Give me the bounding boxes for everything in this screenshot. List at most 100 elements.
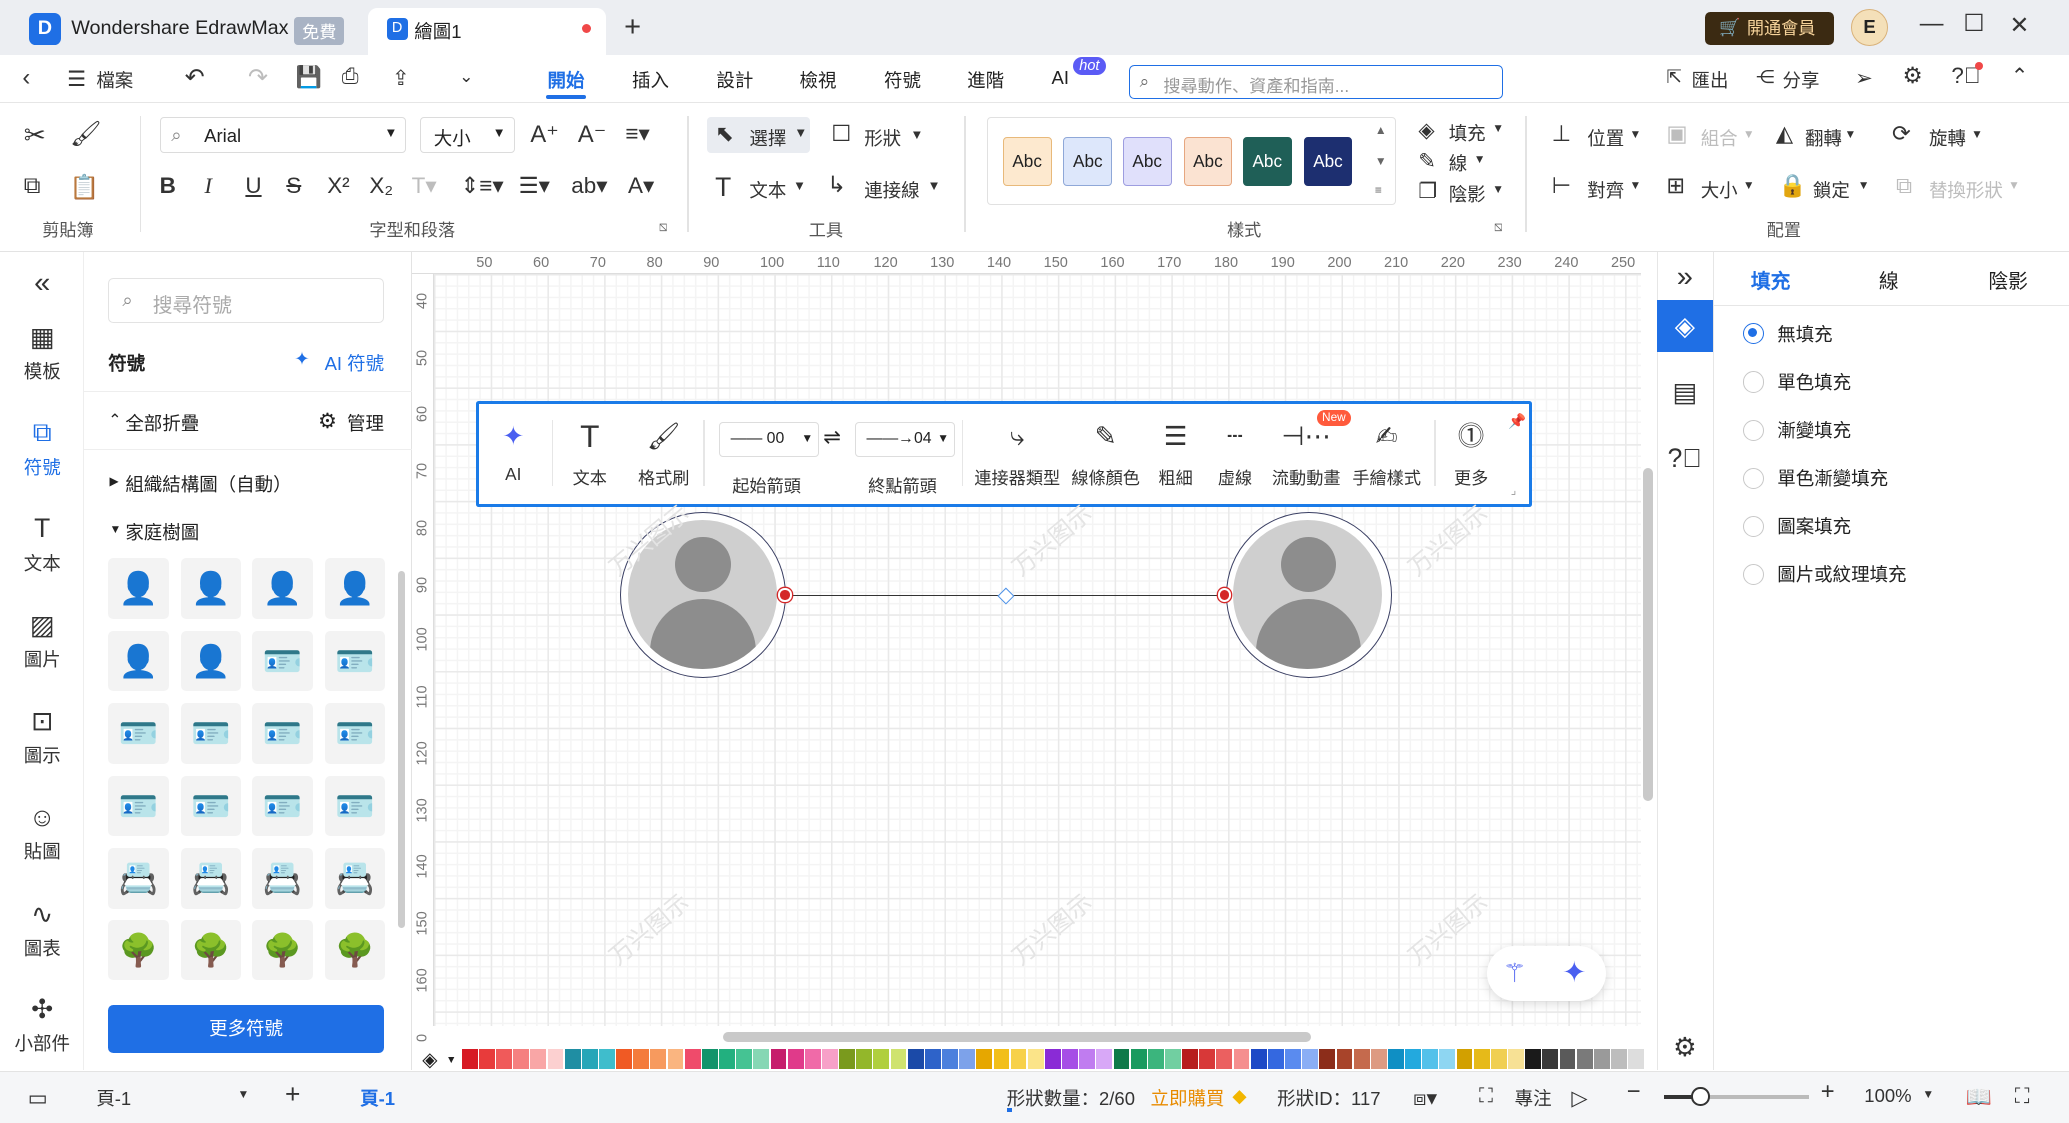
color-swatch[interactable] <box>839 1048 855 1069</box>
align-button[interactable]: 對齊 <box>1587 177 1624 203</box>
gallery-up-icon[interactable]: ▲ <box>1375 123 1387 137</box>
bullet-list-icon[interactable]: ☰▾ <box>519 173 550 199</box>
text-highlight-icon[interactable]: ab▾ <box>571 173 607 199</box>
color-swatch[interactable] <box>1388 1048 1404 1069</box>
color-swatch[interactable] <box>924 1048 941 1069</box>
color-swatch[interactable] <box>1267 1048 1284 1069</box>
settings-icon[interactable]: ⚙ <box>1903 63 1923 89</box>
copy-icon[interactable]: ⧉ <box>24 173 41 200</box>
collapse-all-button[interactable]: 全部折疊 <box>125 410 199 436</box>
color-swatch[interactable] <box>942 1048 958 1069</box>
decrease-font-icon[interactable]: A⁻ <box>578 120 606 149</box>
ft-weight-button[interactable]: ☰ 粗細 <box>1153 417 1198 489</box>
color-swatch[interactable] <box>1456 1048 1473 1069</box>
ft-connector-type-button[interactable]: ⤷ 連接器類型 <box>974 417 1061 489</box>
symbol-thumbnail[interactable]: 🌳 <box>108 919 169 981</box>
undo-icon[interactable]: ↶ <box>185 63 205 92</box>
size-button[interactable]: 大小 <box>1701 177 1738 203</box>
rail-symbols[interactable]: ⧉ 符號 <box>0 417 84 480</box>
fit-page-icon[interactable]: ⛶ <box>2015 1085 2030 1109</box>
color-swatch[interactable] <box>496 1048 512 1069</box>
symbol-thumbnail[interactable]: 📇 <box>252 848 313 910</box>
ai-sparkle-icon[interactable]: ✦ <box>1562 955 1586 990</box>
connector-tool-icon[interactable]: ↳ <box>827 172 846 198</box>
focus-button[interactable]: 專注 <box>1515 1085 1552 1111</box>
fill-option-label[interactable]: 漸變填充 <box>1777 417 1851 443</box>
resize-grip-icon[interactable]: ⌟ <box>1511 483 1517 497</box>
focus-icon[interactable]: ⛶ <box>1479 1085 1493 1108</box>
tab-view[interactable]: 檢視 <box>800 67 837 93</box>
ft-ai-button[interactable]: ✦ AI <box>491 417 536 485</box>
text-case-icon[interactable]: T▾ <box>412 173 437 199</box>
symbol-thumbnail[interactable]: 🌳 <box>324 919 386 981</box>
position-icon[interactable]: ⊥ <box>1552 121 1572 147</box>
symbol-thumbnail[interactable]: 👤 <box>108 630 169 692</box>
color-swatch[interactable] <box>1576 1048 1593 1069</box>
canvas-vertical-scrollbar[interactable] <box>1642 468 1654 801</box>
play-icon[interactable]: ▷ <box>1571 1085 1587 1111</box>
color-swatch[interactable] <box>530 1048 547 1069</box>
color-swatch[interactable] <box>684 1048 701 1069</box>
ai-sparkle-icon[interactable]: ✦ <box>294 348 309 370</box>
symbol-thumbnail[interactable]: 👤 <box>324 558 386 619</box>
color-swatch[interactable] <box>1182 1048 1198 1069</box>
symbol-thumbnail[interactable]: 📇 <box>180 848 242 910</box>
line-spacing-icon[interactable]: ⇕≡▾ <box>460 173 503 199</box>
color-swatch[interactable] <box>719 1048 735 1069</box>
line-button[interactable]: 線 <box>1449 150 1467 176</box>
lock-button[interactable]: 鎖定 <box>1813 177 1850 203</box>
increase-font-icon[interactable]: A⁺ <box>530 120 558 149</box>
color-swatch[interactable] <box>770 1048 787 1069</box>
color-swatch[interactable] <box>1044 1048 1061 1069</box>
close-icon[interactable]: ✕ <box>2009 11 2029 40</box>
redo-icon[interactable]: ↷ <box>248 63 268 92</box>
style-dialog-icon[interactable]: ⧅ <box>1494 219 1503 235</box>
color-swatch[interactable] <box>1593 1048 1610 1069</box>
color-swatch[interactable] <box>1336 1048 1353 1069</box>
symbol-thumbnail[interactable]: 🪪 <box>180 703 242 764</box>
color-swatch[interactable] <box>633 1048 650 1069</box>
color-swatch[interactable] <box>1542 1048 1559 1069</box>
rail-text[interactable]: T 文本 <box>0 513 84 575</box>
end-arrow-select[interactable]: ——→04 ▼ <box>854 422 956 457</box>
text-tool-icon[interactable]: T <box>715 172 731 203</box>
canvas-horizontal-scrollbar[interactable] <box>723 1031 1312 1043</box>
fill-option-radio[interactable] <box>1742 564 1765 586</box>
color-swatch[interactable] <box>547 1048 564 1069</box>
symbol-thumbnail[interactable]: 🪪 <box>108 703 169 764</box>
zoom-out-icon[interactable]: − <box>1627 1079 1641 1106</box>
collapse-ribbon-icon[interactable]: ⌃ <box>2011 63 2029 89</box>
color-swatch[interactable] <box>976 1048 993 1069</box>
lock-icon[interactable]: 🔒 <box>1779 173 1807 199</box>
maximize-icon[interactable]: ☐ <box>1963 9 1984 38</box>
style-preset-2[interactable]: Abc <box>1063 137 1113 187</box>
symbol-thumbnail[interactable]: 🌳 <box>252 919 313 981</box>
symbol-thumbnail[interactable]: 🌳 <box>180 919 242 981</box>
color-swatch[interactable] <box>993 1048 1010 1069</box>
color-swatch[interactable] <box>701 1048 718 1069</box>
size-icon[interactable]: ⊞ <box>1666 173 1685 199</box>
replace-shape-icon[interactable]: ⧉ <box>1896 173 1912 199</box>
color-swatch[interactable] <box>804 1048 821 1069</box>
avatar[interactable]: E <box>1851 9 1889 47</box>
page-properties-icon[interactable]: ▤ <box>1657 377 1712 408</box>
color-swatch[interactable] <box>599 1048 615 1069</box>
color-swatch[interactable] <box>873 1048 890 1069</box>
color-swatch[interactable] <box>1508 1048 1524 1069</box>
style-preset-6[interactable]: Abc <box>1303 137 1353 187</box>
tab-home[interactable]: 開始 <box>548 67 585 93</box>
ft-dash-button[interactable]: ┄ 虛線 <box>1213 417 1258 489</box>
page-panel-icon[interactable]: ▭ <box>28 1085 48 1111</box>
tab-symbol[interactable]: 符號 <box>884 67 921 93</box>
new-tab-button[interactable]: + <box>624 11 641 44</box>
layers-icon[interactable]: ⧈▾ <box>1413 1085 1437 1111</box>
rotate-icon[interactable]: ⟳ <box>1892 121 1911 147</box>
shadow-button[interactable]: 陰影 <box>1449 181 1486 207</box>
hamburger-icon[interactable]: ☰ <box>67 66 86 92</box>
group-icon[interactable]: ▣ <box>1666 121 1687 147</box>
share-icon[interactable]: ⋲ <box>1756 66 1774 88</box>
symbol-thumbnail[interactable]: 🪪 <box>252 775 313 837</box>
color-swatch[interactable] <box>478 1048 495 1069</box>
flip-button[interactable]: 翻轉 <box>1805 125 1842 151</box>
pin-icon[interactable]: 📌 <box>1508 413 1526 430</box>
